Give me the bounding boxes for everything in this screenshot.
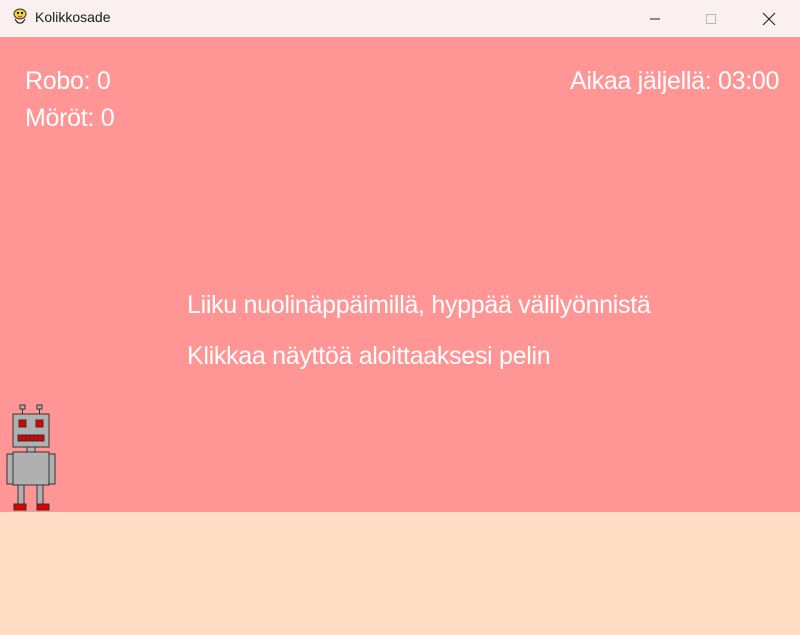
game-canvas[interactable] [0,37,800,512]
time-remaining: Aikaa jäljellä: 03:00 [570,67,780,95]
ground [0,512,800,635]
minimize-icon [650,18,660,19]
close-icon [762,12,776,25]
window-title: Kolikkosade [35,9,111,25]
window-titlebar[interactable]: Kolikkosade [0,0,800,37]
instructions-text: Liiku nuolinäppäimillä, hyppää välilyönn… [187,291,651,319]
robot-score: Robo: 0 [25,67,111,95]
close-button[interactable] [746,0,792,37]
maximize-icon [706,13,716,24]
monster-score: Möröt: 0 [25,104,115,132]
python-snake-icon [13,8,27,24]
maximize-button[interactable] [688,0,734,37]
start-prompt: Klikkaa näyttöä aloittaaksesi pelin [187,342,551,370]
minimize-button[interactable] [632,0,678,37]
robot-icon [6,404,56,511]
